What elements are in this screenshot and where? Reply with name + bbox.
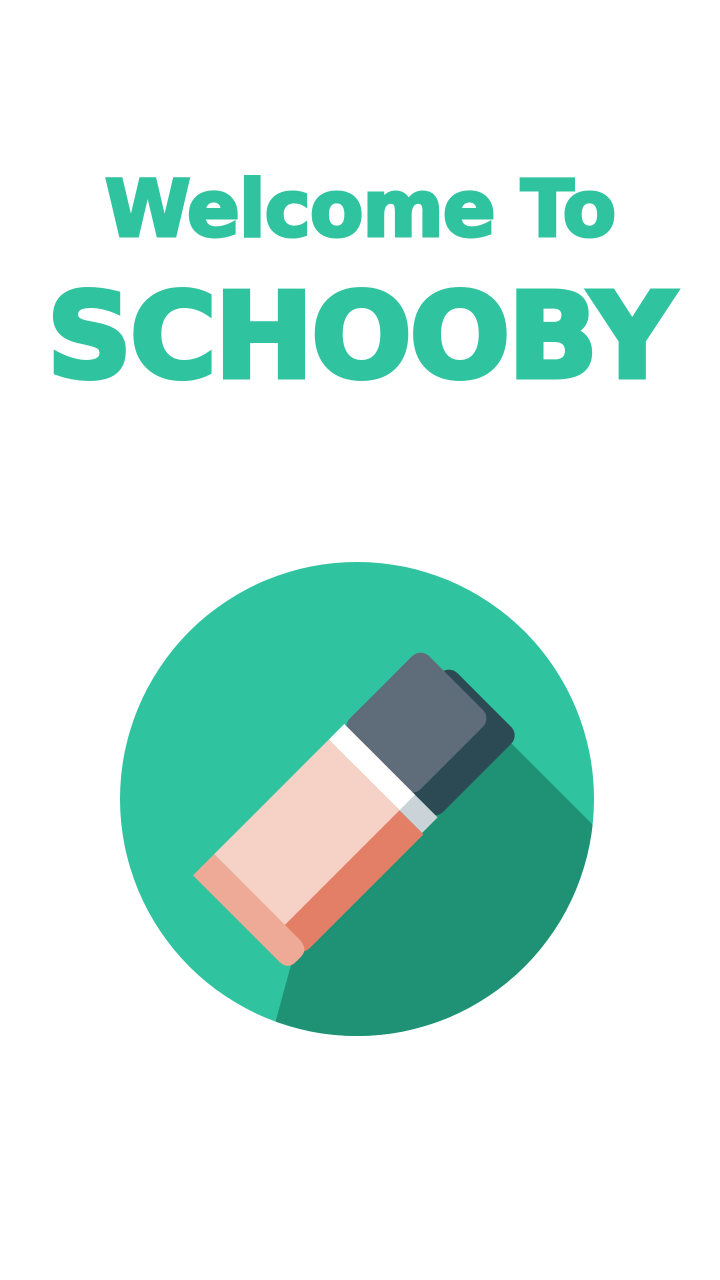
app-logo bbox=[120, 562, 594, 1036]
app-name: SCHOOBY bbox=[45, 267, 678, 405]
eraser-icon bbox=[120, 562, 594, 1036]
welcome-text: Welcome To bbox=[103, 164, 617, 257]
welcome-heading: Welcome To SCHOOBY bbox=[0, 160, 720, 405]
